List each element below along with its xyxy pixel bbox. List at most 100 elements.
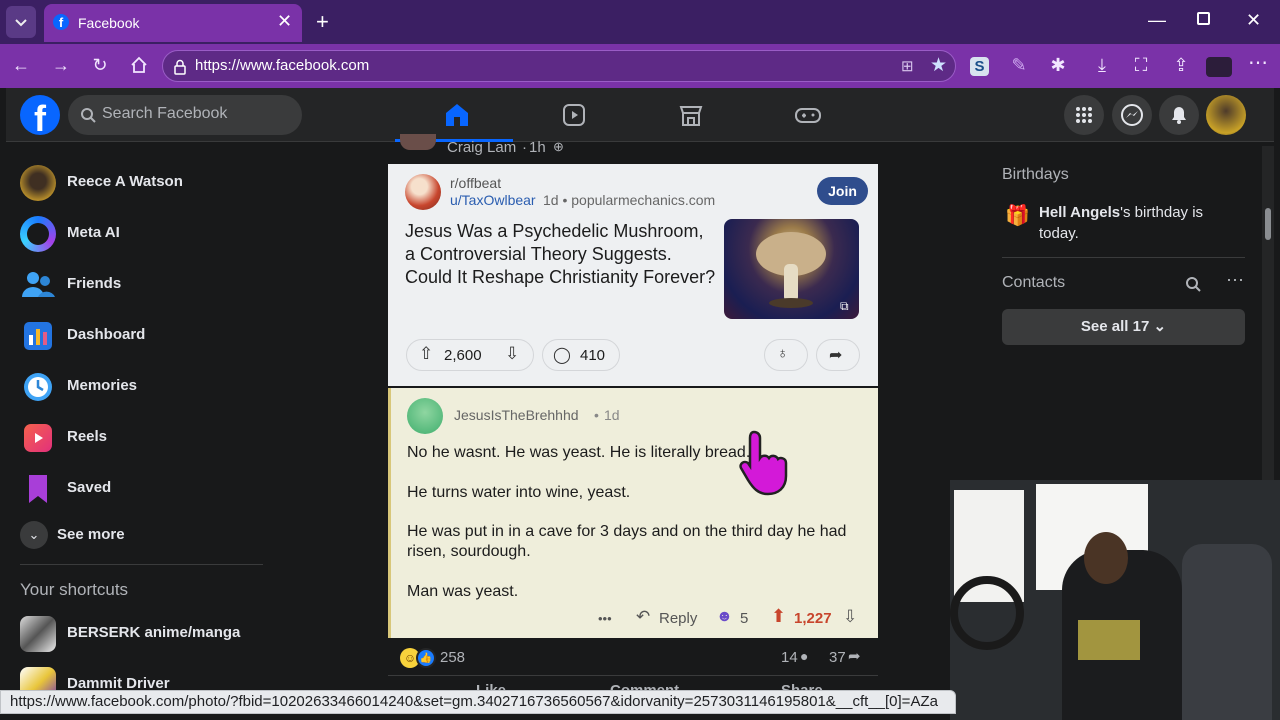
award-pill: ♁: [764, 339, 808, 371]
extensions-puzzle-icon[interactable]: ✱: [1046, 55, 1070, 75]
comments-count[interactable]: 14: [781, 649, 798, 666]
notifications-button[interactable]: [1159, 95, 1199, 135]
video-nav-icon[interactable]: [557, 98, 591, 132]
birthdays-heading: Birthdays: [1002, 166, 1069, 183]
messenger-button[interactable]: [1112, 95, 1152, 135]
home-nav-icon[interactable]: [440, 98, 474, 132]
extension-s-icon[interactable]: S: [970, 57, 989, 76]
reddit-post-image[interactable]: r/offbeat u/TaxOwlbear 1d • popularmecha…: [388, 164, 878, 386]
chevron-down-icon: ⌄: [1153, 318, 1167, 335]
bell-icon: [1172, 107, 1186, 124]
sidebar-item-meta-ai[interactable]: Meta AI: [20, 211, 270, 257]
join-label: Join: [828, 183, 857, 199]
sidebar-item-label: Dashboard: [67, 326, 146, 343]
close-tab-icon[interactable]: ✕: [277, 11, 292, 32]
comment-line-3: He was put in in a cave for 3 days and o…: [407, 523, 847, 560]
tab-actions-button[interactable]: [6, 6, 36, 38]
sidebar-item-label: Memories: [67, 377, 138, 394]
reddit-comment-image[interactable]: JesusIsTheBrehhhd • 1d No he wasnt. He w…: [388, 388, 878, 638]
sidebar-item-label: Reece A Watson: [67, 173, 183, 190]
share-icon[interactable]: ⇪: [1169, 55, 1193, 75]
status-url: https://www.facebook.com/photo/?fbid=102…: [10, 693, 938, 710]
commenter-name: JesusIsTheBrehhhd: [454, 407, 579, 423]
sidebar-item-profile[interactable]: Reece A Watson: [20, 160, 270, 206]
hand-cursor-icon: [739, 430, 788, 496]
facebook-logo-icon[interactable]: f: [20, 95, 60, 135]
reddit-headline: Jesus Was a Psychedelic Mushroom, a Cont…: [405, 221, 716, 287]
sidebar-item-dashboard[interactable]: Dashboard: [20, 313, 270, 359]
shortcut-label: BERSERK anime/manga: [67, 624, 241, 641]
marketplace-nav-icon[interactable]: [674, 98, 708, 132]
contacts-search-icon[interactable]: [1185, 276, 1201, 292]
account-avatar[interactable]: [1206, 95, 1246, 135]
berserk-group-thumbnail: [20, 616, 56, 652]
home-icon[interactable]: [129, 55, 149, 75]
see-more-button[interactable]: ⌄ See more: [20, 512, 270, 558]
reply-icon: ↶: [636, 607, 651, 626]
sidebar-item-friends[interactable]: Friends: [20, 262, 270, 308]
like-reaction-icon: 👍: [416, 648, 436, 668]
search-placeholder: Search Facebook: [102, 105, 228, 122]
messenger-icon: [1121, 104, 1143, 126]
reactions-count[interactable]: 258: [440, 649, 465, 666]
sidebar-item-label: Saved: [67, 479, 112, 496]
restore-icon[interactable]: [1197, 12, 1210, 25]
comment-downvote-icon: ⇩: [843, 607, 858, 626]
new-tab-icon[interactable]: +: [316, 9, 329, 35]
sidebar-item-reels[interactable]: Reels: [20, 415, 270, 461]
search-input[interactable]: Search Facebook: [68, 95, 302, 135]
reddit-share-icon: ➦: [829, 347, 843, 364]
profile-avatar-icon[interactable]: [1206, 57, 1232, 77]
vote-pill: ⇧ 2,600 ⇩: [406, 339, 534, 371]
app-available-icon[interactable]: ⊞: [901, 57, 914, 75]
facebook-header: f Search Facebook: [6, 88, 1274, 142]
page-scrollbar[interactable]: [1262, 146, 1274, 480]
grid-menu-icon: [1076, 107, 1092, 123]
downvote-icon: ⇩: [505, 344, 520, 363]
comment-time: 1d: [604, 407, 620, 423]
favorite-star-icon[interactable]: ★: [930, 54, 947, 77]
sidebar-item-memories[interactable]: Memories: [20, 364, 270, 410]
shortcuts-heading: Your shortcuts: [20, 580, 129, 599]
minimize-icon[interactable]: —: [1148, 10, 1166, 31]
sidebar-item-label: Meta AI: [67, 224, 120, 241]
public-globe-icon: ⊕: [553, 139, 564, 154]
birthday-notice[interactable]: Hell Angels's birthday is today.: [1039, 202, 1239, 244]
post-time[interactable]: 1h: [529, 139, 546, 156]
shortcut-berserk[interactable]: BERSERK anime/manga: [20, 611, 270, 657]
screenshot-icon[interactable]: ⛶: [1129, 55, 1153, 75]
gift-icon: 🎁: [1005, 205, 1030, 227]
gaming-nav-icon[interactable]: [791, 98, 825, 132]
browser-tab-facebook[interactable]: f Facebook ✕: [44, 4, 302, 42]
sidebar-item-saved[interactable]: Saved: [20, 466, 270, 512]
scrollbar-thumb[interactable]: [1265, 208, 1271, 240]
downloads-icon[interactable]: ⤓: [1090, 55, 1114, 75]
comments-pill: ◯ 410: [542, 339, 620, 371]
reels-icon: [24, 424, 52, 452]
close-window-icon[interactable]: ✕: [1246, 10, 1261, 31]
join-button: Join: [817, 177, 868, 205]
driver-head: [1084, 532, 1128, 584]
reply-label: Reply: [659, 610, 698, 627]
back-icon[interactable]: ←: [9, 55, 33, 75]
menu-button[interactable]: [1064, 95, 1104, 135]
reaction-icons[interactable]: ☺ 👍: [400, 648, 440, 668]
sidebar-item-label: Reels: [67, 428, 108, 445]
contacts-more-icon[interactable]: ⋯: [1226, 270, 1244, 291]
browser-toolbar: ← → ↻ https://www.facebook.com ⊞ ★ S ✎ ✱…: [0, 44, 1280, 88]
saved-icon: [29, 475, 47, 503]
profile-avatar: [20, 165, 56, 201]
forward-icon[interactable]: →: [49, 55, 73, 75]
see-all-contacts-button[interactable]: See all 17 ⌄: [1002, 309, 1245, 345]
facebook-favicon-icon: f: [53, 14, 69, 30]
post-author[interactable]: Craig Lam: [447, 139, 516, 156]
extension-leaf-icon[interactable]: ✎: [1007, 55, 1031, 75]
shares-count[interactable]: 37: [829, 649, 846, 666]
address-bar[interactable]: https://www.facebook.com ⊞ ★: [162, 50, 956, 82]
more-menu-icon[interactable]: ⋯: [1246, 53, 1270, 73]
reddit-meta: 1d • popularmechanics.com: [543, 192, 716, 208]
refresh-icon[interactable]: ↻: [88, 55, 112, 75]
birthday-name: Hell Angels: [1039, 204, 1121, 221]
address-text: https://www.facebook.com: [195, 57, 370, 74]
right-divider: [1002, 257, 1245, 258]
